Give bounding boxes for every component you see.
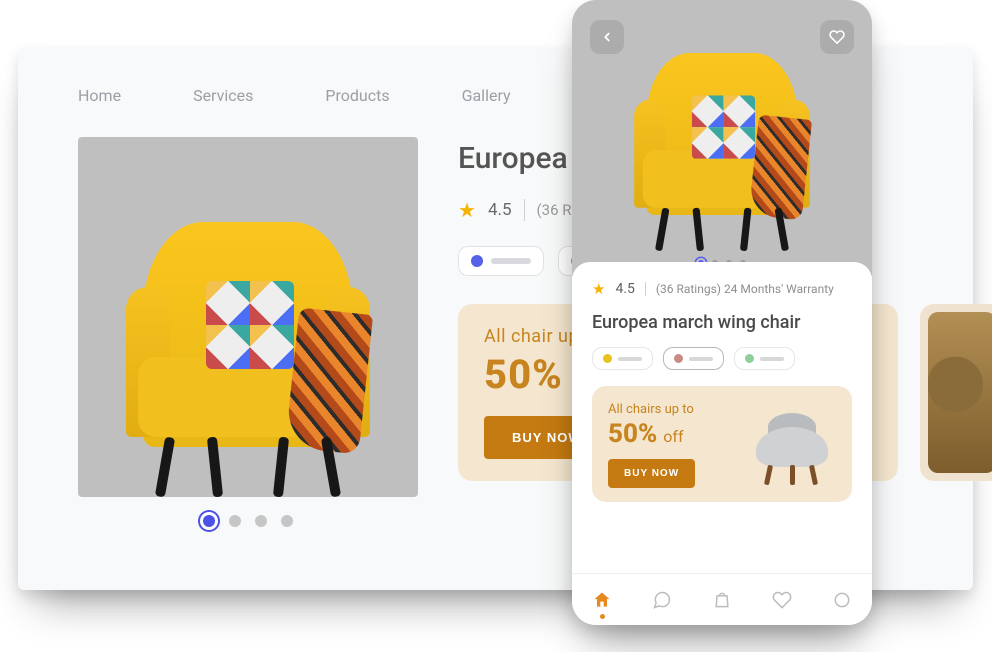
mobile-rating-row: ★ 4.5 (36 Ratings) 24 Months' Warranty — [592, 280, 852, 298]
nav-services[interactable]: Services — [193, 86, 253, 105]
nav-home[interactable]: Home — [78, 86, 121, 105]
swatch-green[interactable] — [734, 347, 795, 370]
bottom-tabbar — [572, 573, 872, 625]
promo-off: off — [663, 427, 683, 446]
heart-icon — [829, 29, 845, 45]
color-swatches — [592, 347, 852, 370]
tab-chat[interactable] — [652, 590, 672, 610]
promo-percent: 50% — [608, 419, 657, 449]
mobile-view: ★ 4.5 (36 Ratings) 24 Months' Warranty E… — [572, 0, 872, 625]
tab-bag[interactable] — [712, 590, 732, 610]
product-image — [78, 137, 418, 497]
tab-favorites[interactable] — [772, 590, 792, 610]
swatch-blue[interactable] — [458, 246, 544, 276]
chevron-left-icon — [600, 30, 614, 44]
product-image-area — [78, 137, 418, 527]
swatch-dot-icon — [674, 354, 683, 363]
swatch-dot-icon — [745, 354, 754, 363]
tab-profile[interactable] — [832, 590, 852, 610]
chair-illustration — [628, 35, 815, 251]
circle-icon — [832, 590, 852, 610]
promo-percent: 50% — [484, 351, 563, 398]
mobile-hero — [572, 0, 872, 276]
carousel-dot-4[interactable] — [281, 515, 293, 527]
carousel-dot-3[interactable] — [255, 515, 267, 527]
favorite-button[interactable] — [820, 20, 854, 54]
buy-now-button[interactable]: BUY NOW — [608, 459, 695, 488]
swatch-dot-icon — [603, 354, 612, 363]
chat-icon — [652, 590, 672, 610]
rating-value: 4.5 — [615, 281, 634, 297]
nav-products[interactable]: Products — [325, 86, 389, 105]
chair-illustration — [118, 197, 378, 497]
ratings-warranty: (36 Ratings) 24 Months' Warranty — [656, 282, 834, 296]
carousel-dot-1[interactable] — [203, 515, 215, 527]
promo-side-image[interactable] — [920, 304, 992, 481]
home-icon — [592, 590, 612, 610]
heart-icon — [772, 590, 792, 610]
nav-gallery[interactable]: Gallery — [462, 86, 511, 105]
rating-value: 4.5 — [488, 200, 512, 220]
promo-line1: All chairs up to — [608, 402, 736, 417]
product-title: Europea march wing chair — [592, 312, 852, 333]
tab-home[interactable] — [592, 590, 612, 610]
bag-icon — [712, 590, 732, 610]
star-icon: ★ — [592, 280, 605, 298]
swatch-yellow[interactable] — [592, 347, 653, 370]
star-icon: ★ — [458, 198, 476, 222]
promo-card: All chairs up to 50% off BUY NOW — [592, 386, 852, 502]
promo-chair-image — [746, 405, 836, 485]
swatch-rose[interactable] — [663, 347, 724, 370]
swatch-dot-icon — [471, 255, 483, 267]
back-button[interactable] — [590, 20, 624, 54]
carousel-dots — [78, 515, 418, 527]
carousel-dot-2[interactable] — [229, 515, 241, 527]
